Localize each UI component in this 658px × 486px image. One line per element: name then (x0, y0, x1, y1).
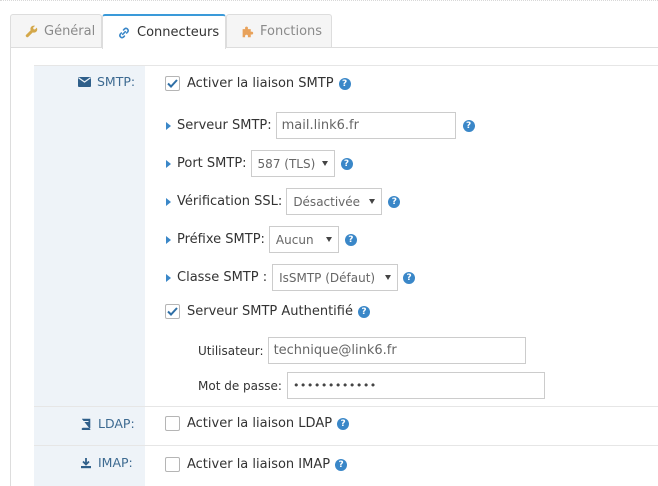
tab-general[interactable]: Général (10, 14, 102, 48)
caret-right-icon (166, 159, 171, 168)
help-icon[interactable]: ? (358, 305, 370, 318)
chevron-down-icon (369, 199, 376, 204)
smtp-enable-checkbox[interactable] (165, 76, 180, 91)
smtp-port-select[interactable]: 587 (TLS) (250, 150, 335, 177)
smtp-auth-checkbox[interactable] (165, 304, 180, 319)
imap-enable-row: Activer la liaison IMAP ? (165, 457, 348, 472)
caret-right-icon (166, 235, 171, 244)
chevron-down-icon (385, 275, 392, 280)
tab-label: Fonctions (260, 24, 323, 39)
smtp-label-cell (34, 66, 145, 406)
help-icon[interactable]: ? (338, 77, 351, 90)
book-icon (80, 418, 92, 430)
caret-right-icon (166, 197, 171, 206)
smtp-user-row: Utilisateur: technique@link6.fr (198, 337, 526, 364)
panel-left-border (10, 47, 11, 486)
smtp-enable-label: Activer la liaison SMTP (187, 76, 334, 91)
chevron-down-icon (321, 161, 328, 166)
smtp-password-label: Mot de passe: (198, 378, 282, 393)
ldap-enable-label: Activer la liaison LDAP (187, 416, 333, 431)
smtp-auth-row: Serveur SMTP Authentifié ? (165, 304, 370, 319)
download-icon (80, 457, 92, 469)
smtp-prefix-select[interactable]: Aucun (268, 226, 339, 253)
imap-enable-label: Activer la liaison IMAP (187, 457, 331, 472)
smtp-class-select[interactable]: IsSMTP (Défaut) (272, 264, 399, 291)
smtp-ssl-row: Vérification SSL: Désactivée ? (166, 188, 401, 215)
top-dotted-divider (0, 0, 658, 2)
smtp-section-label: SMTP: (78, 74, 135, 89)
link-icon (117, 26, 131, 40)
smtp-ssl-label: Vérification SSL: (177, 194, 283, 209)
tab-label: Général (44, 24, 96, 39)
smtp-password-input[interactable]: •••••••••••• (286, 372, 545, 399)
chevron-down-icon (325, 237, 332, 242)
smtp-prefix-row: Préfixe SMTP: Aucun ? (166, 226, 357, 253)
smtp-user-label: Utilisateur: (198, 343, 264, 358)
help-icon[interactable]: ? (344, 233, 357, 246)
smtp-server-row: Serveur SMTP: mail.link6.fr ? (166, 112, 475, 139)
ldap-enable-row: Activer la liaison LDAP ? (165, 416, 350, 431)
help-icon[interactable]: ? (462, 119, 475, 132)
smtp-prefix-label: Préfixe SMTP: (177, 232, 265, 247)
tab-connecteurs[interactable]: Connecteurs (102, 14, 226, 49)
smtp-port-label: Port SMTP: (177, 156, 247, 171)
caret-right-icon (166, 121, 171, 130)
row-divider (34, 65, 658, 66)
imap-section-label: IMAP: (80, 455, 133, 470)
tab-bar: Général Connecteurs Fonctions (10, 14, 658, 49)
help-icon[interactable]: ? (335, 458, 348, 471)
smtp-ssl-select[interactable]: Désactivée (286, 188, 383, 215)
smtp-server-input[interactable]: mail.link6.fr (275, 112, 456, 139)
wrench-icon (25, 25, 38, 39)
help-icon[interactable]: ? (340, 157, 353, 170)
caret-right-icon (166, 273, 171, 282)
puzzle-icon (241, 25, 254, 39)
smtp-port-row: Port SMTP: 587 (TLS) ? (166, 150, 353, 177)
smtp-server-label: Serveur SMTP: (177, 118, 272, 133)
tab-fonctions[interactable]: Fonctions (226, 14, 332, 48)
help-icon[interactable]: ? (403, 271, 416, 284)
imap-enable-checkbox[interactable] (165, 457, 180, 472)
ldap-section-label: LDAP: (80, 416, 135, 431)
smtp-class-label: Classe SMTP : (177, 270, 268, 285)
smtp-enable-row: Activer la liaison SMTP ? (165, 76, 351, 91)
smtp-auth-label: Serveur SMTP Authentifié (187, 304, 353, 319)
smtp-class-row: Classe SMTP : IsSMTP (Défaut) ? (166, 264, 416, 291)
smtp-user-input[interactable]: technique@link6.fr (267, 337, 526, 364)
envelope-icon (78, 76, 91, 87)
smtp-password-row: Mot de passe: •••••••••••• (198, 372, 545, 399)
help-icon[interactable]: ? (337, 417, 350, 430)
help-icon[interactable]: ? (388, 195, 401, 208)
tab-label: Connecteurs (137, 25, 220, 40)
ldap-enable-checkbox[interactable] (165, 416, 180, 431)
